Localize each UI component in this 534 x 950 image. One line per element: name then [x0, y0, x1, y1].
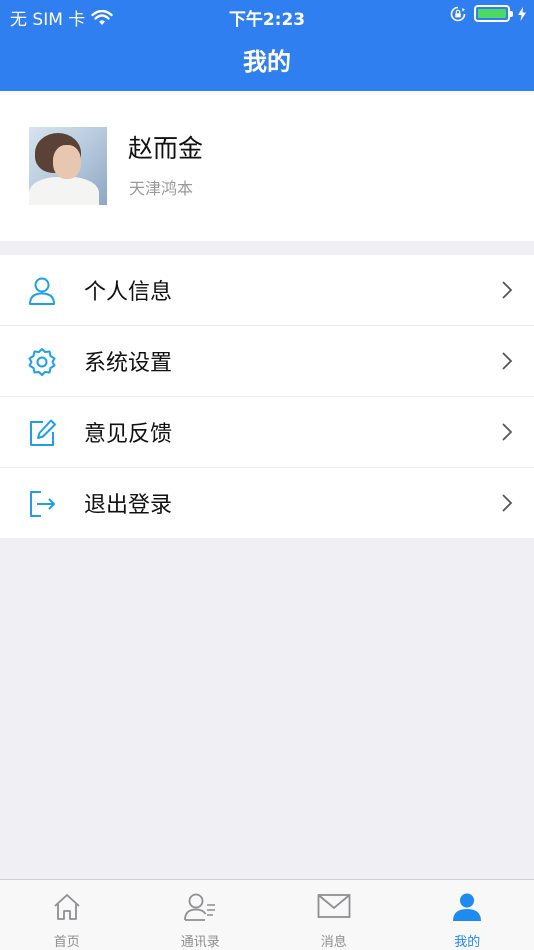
user-icon — [453, 893, 482, 921]
battery-icon — [474, 5, 513, 22]
menu-label: 个人信息 — [84, 280, 173, 305]
battery-fill — [478, 9, 506, 18]
avatar-face — [53, 145, 81, 179]
profile-name: 赵而金 — [128, 134, 204, 163]
page-title: 我的 — [243, 48, 291, 76]
menu-list: 个人信息 系统设置 意见反馈 退出登录 — [0, 255, 534, 538]
gear-icon — [28, 348, 56, 376]
tab-label: 我的 — [454, 935, 481, 950]
mail-icon — [317, 894, 351, 918]
edit-icon — [30, 419, 56, 446]
profile-card[interactable]: 赵而金 天津鸿本 — [0, 91, 534, 241]
tab-messages[interactable]: 消息 — [267, 880, 401, 950]
tab-home[interactable]: 首页 — [0, 880, 134, 950]
avatar[interactable] — [29, 127, 107, 205]
menu-item-system-settings[interactable]: 系统设置 — [0, 326, 534, 397]
contacts-icon — [184, 893, 216, 921]
header: 无 SIM 卡 下午2:23 我的 — [0, 0, 534, 91]
tab-mine[interactable]: 我的 — [401, 880, 534, 950]
person-icon — [29, 277, 55, 305]
tab-label: 通讯录 — [180, 935, 220, 950]
status-right — [450, 5, 526, 22]
rotation-lock-icon — [450, 6, 466, 21]
menu-label: 意见反馈 — [84, 422, 173, 447]
menu-item-logout[interactable]: 退出登录 — [0, 468, 534, 538]
menu-item-personal-info[interactable]: 个人信息 — [0, 255, 534, 326]
menu-label: 系统设置 — [84, 351, 173, 376]
chevron-right-icon — [502, 352, 513, 370]
profile-company: 天津鸿本 — [129, 179, 194, 198]
avatar-body — [29, 177, 99, 205]
tab-contacts[interactable]: 通讯录 — [134, 880, 268, 950]
tab-bar: 首页 通讯录 消息 我的 — [0, 879, 534, 950]
chevron-right-icon — [502, 423, 513, 441]
chevron-right-icon — [502, 281, 513, 299]
menu-label: 退出登录 — [84, 493, 173, 518]
status-bar: 无 SIM 卡 下午2:23 — [0, 0, 534, 30]
home-icon — [54, 894, 80, 920]
logout-icon — [30, 491, 55, 517]
tab-label: 消息 — [320, 935, 347, 950]
charging-bolt-icon — [518, 6, 526, 21]
menu-item-feedback[interactable]: 意见反馈 — [0, 397, 534, 468]
chevron-right-icon — [502, 494, 513, 512]
tab-label: 首页 — [53, 935, 80, 950]
